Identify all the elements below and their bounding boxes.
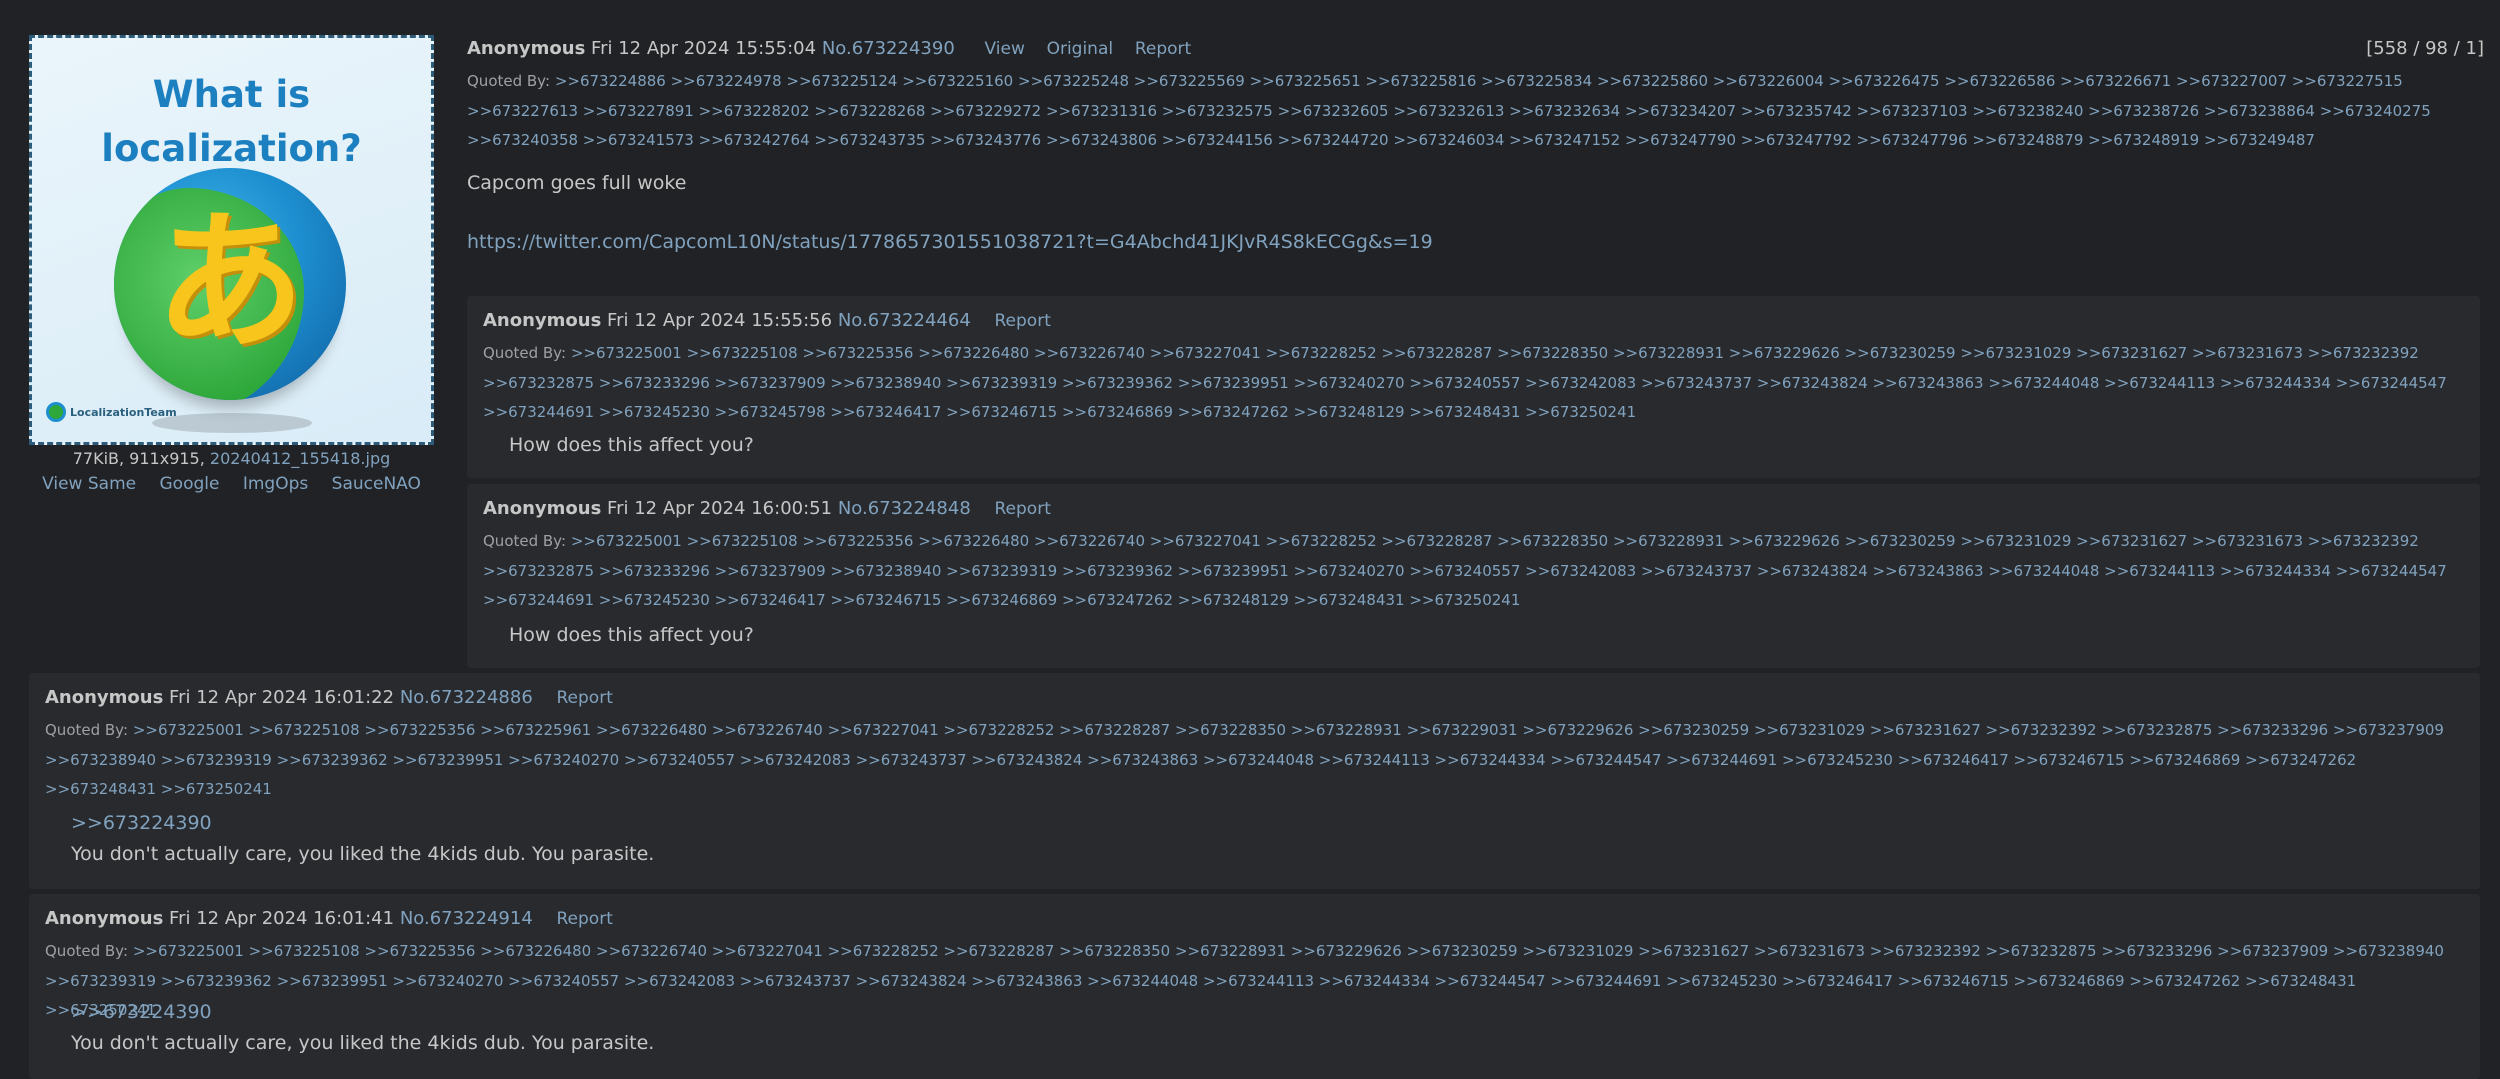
quoted-by-label: Quoted By:: [483, 344, 567, 362]
post-comment: You don't actually care, you liked the 4…: [71, 1032, 655, 1054]
saucenao-link[interactable]: SauceNAO: [332, 474, 421, 494]
poster-name: Anonymous: [467, 38, 586, 59]
file-actions: View Same Google ImgOps SauceNAO: [29, 474, 434, 494]
globe-icon: あ: [114, 168, 346, 400]
post-comment: How does this affect you?: [509, 624, 754, 646]
quote-link[interactable]: >>673224390: [71, 812, 212, 834]
quoted-by: Quoted By: >>673225001 >>673225108 >>673…: [483, 339, 2468, 428]
original-link[interactable]: Original: [1047, 39, 1114, 59]
post-number-link[interactable]: No.673224464: [838, 310, 971, 331]
quoted-by-links[interactable]: >>673225001 >>673225108 >>673225356 >>67…: [483, 532, 2447, 609]
reply-header: Anonymous Fri 12 Apr 2024 16:00:51 No.67…: [483, 498, 1051, 519]
quoted-by: Quoted By: >>673225001 >>673225108 >>673…: [483, 527, 2468, 616]
quote-link[interactable]: >>673224390: [71, 1001, 212, 1023]
quoted-by-links[interactable]: >>673224886 >>673224978 >>673225124 >>67…: [467, 72, 2431, 149]
post-date: Fri 12 Apr 2024 15:55:04: [591, 38, 817, 59]
quoted-by-label: Quoted By:: [467, 72, 551, 90]
report-link[interactable]: Report: [557, 688, 613, 708]
post-number-link[interactable]: No.673224914: [400, 908, 533, 929]
post-date: Fri 12 Apr 2024 16:00:51: [607, 498, 833, 519]
report-link[interactable]: Report: [995, 499, 1051, 519]
quoted-by-label: Quoted By:: [45, 942, 129, 960]
imgops-link[interactable]: ImgOps: [243, 474, 308, 494]
op-thumbnail-image[interactable]: What is localization? あ LocalizationTeam: [29, 35, 434, 445]
post-date: Fri 12 Apr 2024 16:01:22: [169, 687, 395, 708]
quoted-by-label: Quoted By:: [45, 721, 129, 739]
report-link[interactable]: Report: [995, 311, 1051, 331]
file-info: 77KiB, 911x915, 20240412_155418.jpg: [29, 449, 434, 468]
post-number-link[interactable]: No.673224886: [400, 687, 533, 708]
report-link[interactable]: Report: [1135, 39, 1191, 59]
view-same-link[interactable]: View Same: [42, 474, 136, 494]
google-link[interactable]: Google: [160, 474, 220, 494]
reply-header: Anonymous Fri 12 Apr 2024 15:55:56 No.67…: [483, 310, 1051, 331]
thumbnail-title: What is localization?: [32, 68, 431, 176]
op-thumbnail[interactable]: What is localization? あ LocalizationTeam: [29, 35, 434, 445]
reply-post: Anonymous Fri 12 Apr 2024 16:01:41 No.67…: [29, 894, 2480, 1079]
poster-name: Anonymous: [45, 687, 164, 708]
reply-header: Anonymous Fri 12 Apr 2024 16:01:41 No.67…: [45, 908, 613, 929]
reply-post: Anonymous Fri 12 Apr 2024 15:55:56 No.67…: [467, 296, 2480, 478]
op-post-header: Anonymous Fri 12 Apr 2024 15:55:04 No.67…: [467, 38, 1191, 59]
reply-header: Anonymous Fri 12 Apr 2024 16:01:22 No.67…: [45, 687, 613, 708]
file-name-link[interactable]: 20240412_155418.jpg: [210, 449, 390, 468]
brand-logo-icon: [46, 402, 66, 422]
post-number-link[interactable]: No.673224848: [838, 498, 971, 519]
quoted-by: Quoted By: >>673225001 >>673225108 >>673…: [45, 937, 2470, 1026]
view-link[interactable]: View: [985, 39, 1025, 59]
poster-name: Anonymous: [45, 908, 164, 929]
quoted-by-links[interactable]: >>673225001 >>673225108 >>673225356 >>67…: [45, 942, 2444, 1019]
quoted-by: Quoted By: >>673224886 >>673224978 >>673…: [467, 67, 2477, 156]
reply-post: Anonymous Fri 12 Apr 2024 16:00:51 No.67…: [467, 484, 2480, 668]
reply-count: [558 / 98 / 1]: [2366, 38, 2484, 59]
reply-post: Anonymous Fri 12 Apr 2024 16:01:22 No.67…: [29, 673, 2480, 889]
post-comment: How does this affect you?: [509, 434, 754, 456]
poster-name: Anonymous: [483, 498, 602, 519]
post-date: Fri 12 Apr 2024 15:55:56: [607, 310, 833, 331]
post-comment: Capcom goes full woke: [467, 172, 687, 194]
post-comment: You don't actually care, you liked the 4…: [71, 843, 655, 865]
quoted-by-links[interactable]: >>673225001 >>673225108 >>673225356 >>67…: [45, 721, 2444, 798]
quoted-by: Quoted By: >>673225001 >>673225108 >>673…: [45, 716, 2470, 805]
poster-name: Anonymous: [483, 310, 602, 331]
quoted-by-links[interactable]: >>673225001 >>673225108 >>673225356 >>67…: [483, 344, 2447, 421]
quoted-by-label: Quoted By:: [483, 532, 567, 550]
brand-logo: LocalizationTeam: [46, 402, 177, 422]
post-number-link[interactable]: No.673224390: [822, 38, 955, 59]
hiragana-glyph: あ: [154, 196, 305, 370]
thumbnail-title-line1: What is: [152, 73, 311, 116]
post-date: Fri 12 Apr 2024 16:01:41: [169, 908, 395, 929]
file-meta: 77KiB, 911x915,: [72, 449, 210, 468]
post-url-link[interactable]: https://twitter.com/CapcomL10N/status/17…: [467, 231, 1433, 253]
report-link[interactable]: Report: [557, 909, 613, 929]
brand-name: LocalizationTeam: [70, 405, 177, 419]
